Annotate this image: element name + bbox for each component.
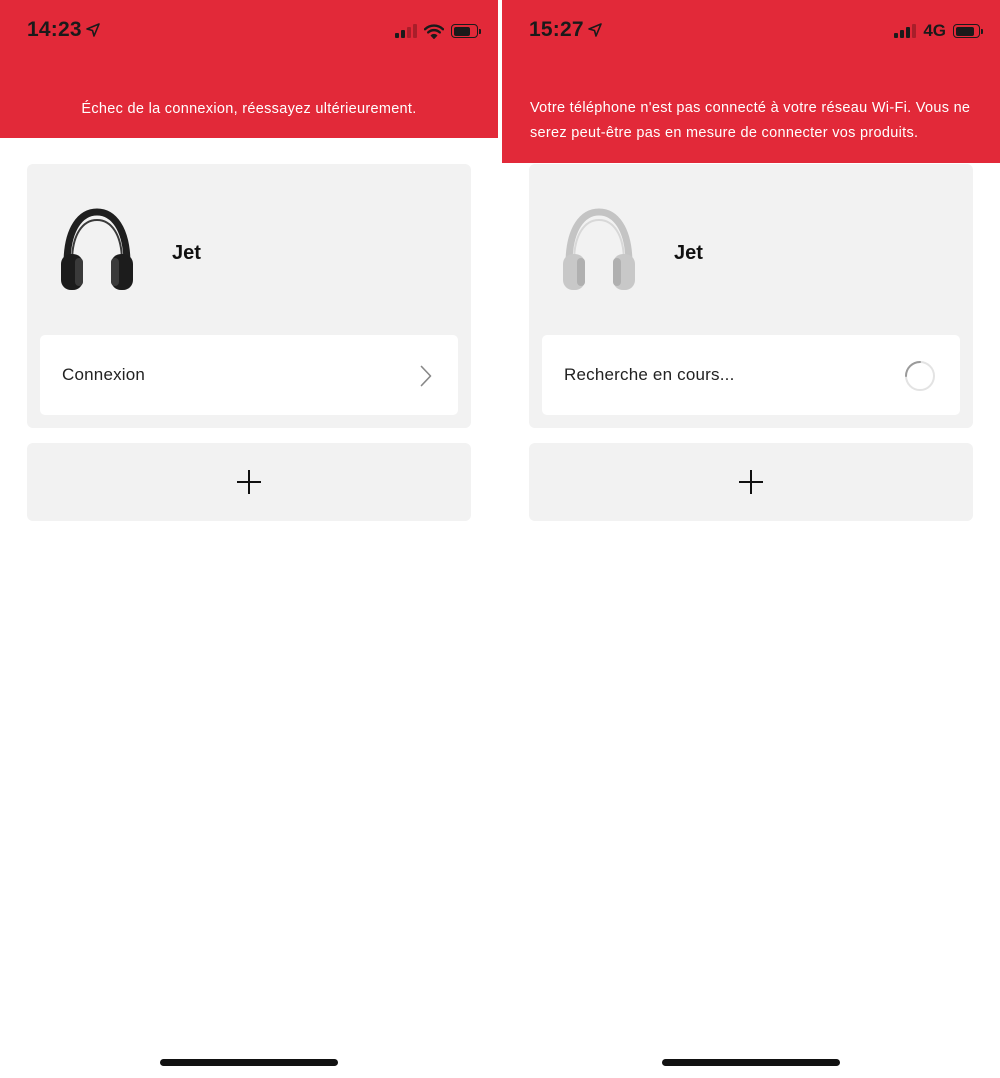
status-time-text: 14:23	[27, 18, 82, 41]
wifi-icon	[424, 23, 444, 39]
plus-icon	[237, 470, 261, 494]
banner-message: Échec de la connexion, réessayez ultérie…	[81, 101, 417, 117]
battery-icon	[451, 24, 481, 38]
add-product-button[interactable]	[27, 443, 471, 521]
headphones-silver-icon	[563, 208, 635, 290]
device-name: Jet	[674, 242, 703, 264]
add-product-button[interactable]	[529, 443, 973, 521]
warning-banner: 15:27 4G Votre téléphone n'est pas conne…	[502, 0, 1000, 163]
chevron-right-icon	[420, 365, 432, 387]
phone-screen-left: 14:23 Échec de la connexion, réessayez u…	[0, 0, 498, 1078]
searching-label: Recherche en cours...	[564, 365, 735, 384]
status-bar: 15:27 4G	[502, 0, 1000, 60]
plus-icon	[739, 470, 763, 494]
location-arrow-icon	[587, 23, 602, 37]
searching-row[interactable]: Recherche en cours...	[542, 335, 960, 415]
status-time-text: 15:27	[529, 18, 584, 41]
cellular-signal-icon	[894, 24, 917, 38]
home-indicator[interactable]	[160, 1059, 338, 1066]
cellular-signal-icon	[395, 24, 417, 38]
device-card[interactable]: Jet Connexion	[27, 164, 471, 428]
home-indicator[interactable]	[662, 1059, 840, 1066]
connect-button-label: Connexion	[62, 365, 146, 384]
headphones-black-icon	[61, 208, 133, 290]
phone-screen-right: 15:27 4G Votre téléphone n'est pas conne…	[502, 0, 1000, 1078]
device-name: Jet	[172, 242, 201, 264]
loading-spinner-icon	[905, 361, 935, 391]
connect-button[interactable]: Connexion	[40, 335, 458, 415]
location-arrow-icon	[85, 23, 100, 37]
device-card[interactable]: Jet Recherche en cours...	[529, 164, 973, 428]
banner-message: Votre téléphone n'est pas connecté à vot…	[530, 100, 971, 141]
status-time: 14:23	[27, 18, 100, 42]
battery-icon	[953, 24, 983, 38]
error-banner: 14:23 Échec de la connexion, réessayez u…	[0, 0, 498, 138]
status-bar: 14:23	[0, 0, 498, 60]
status-time: 15:27	[529, 18, 602, 42]
network-type-label: 4G	[923, 21, 946, 40]
